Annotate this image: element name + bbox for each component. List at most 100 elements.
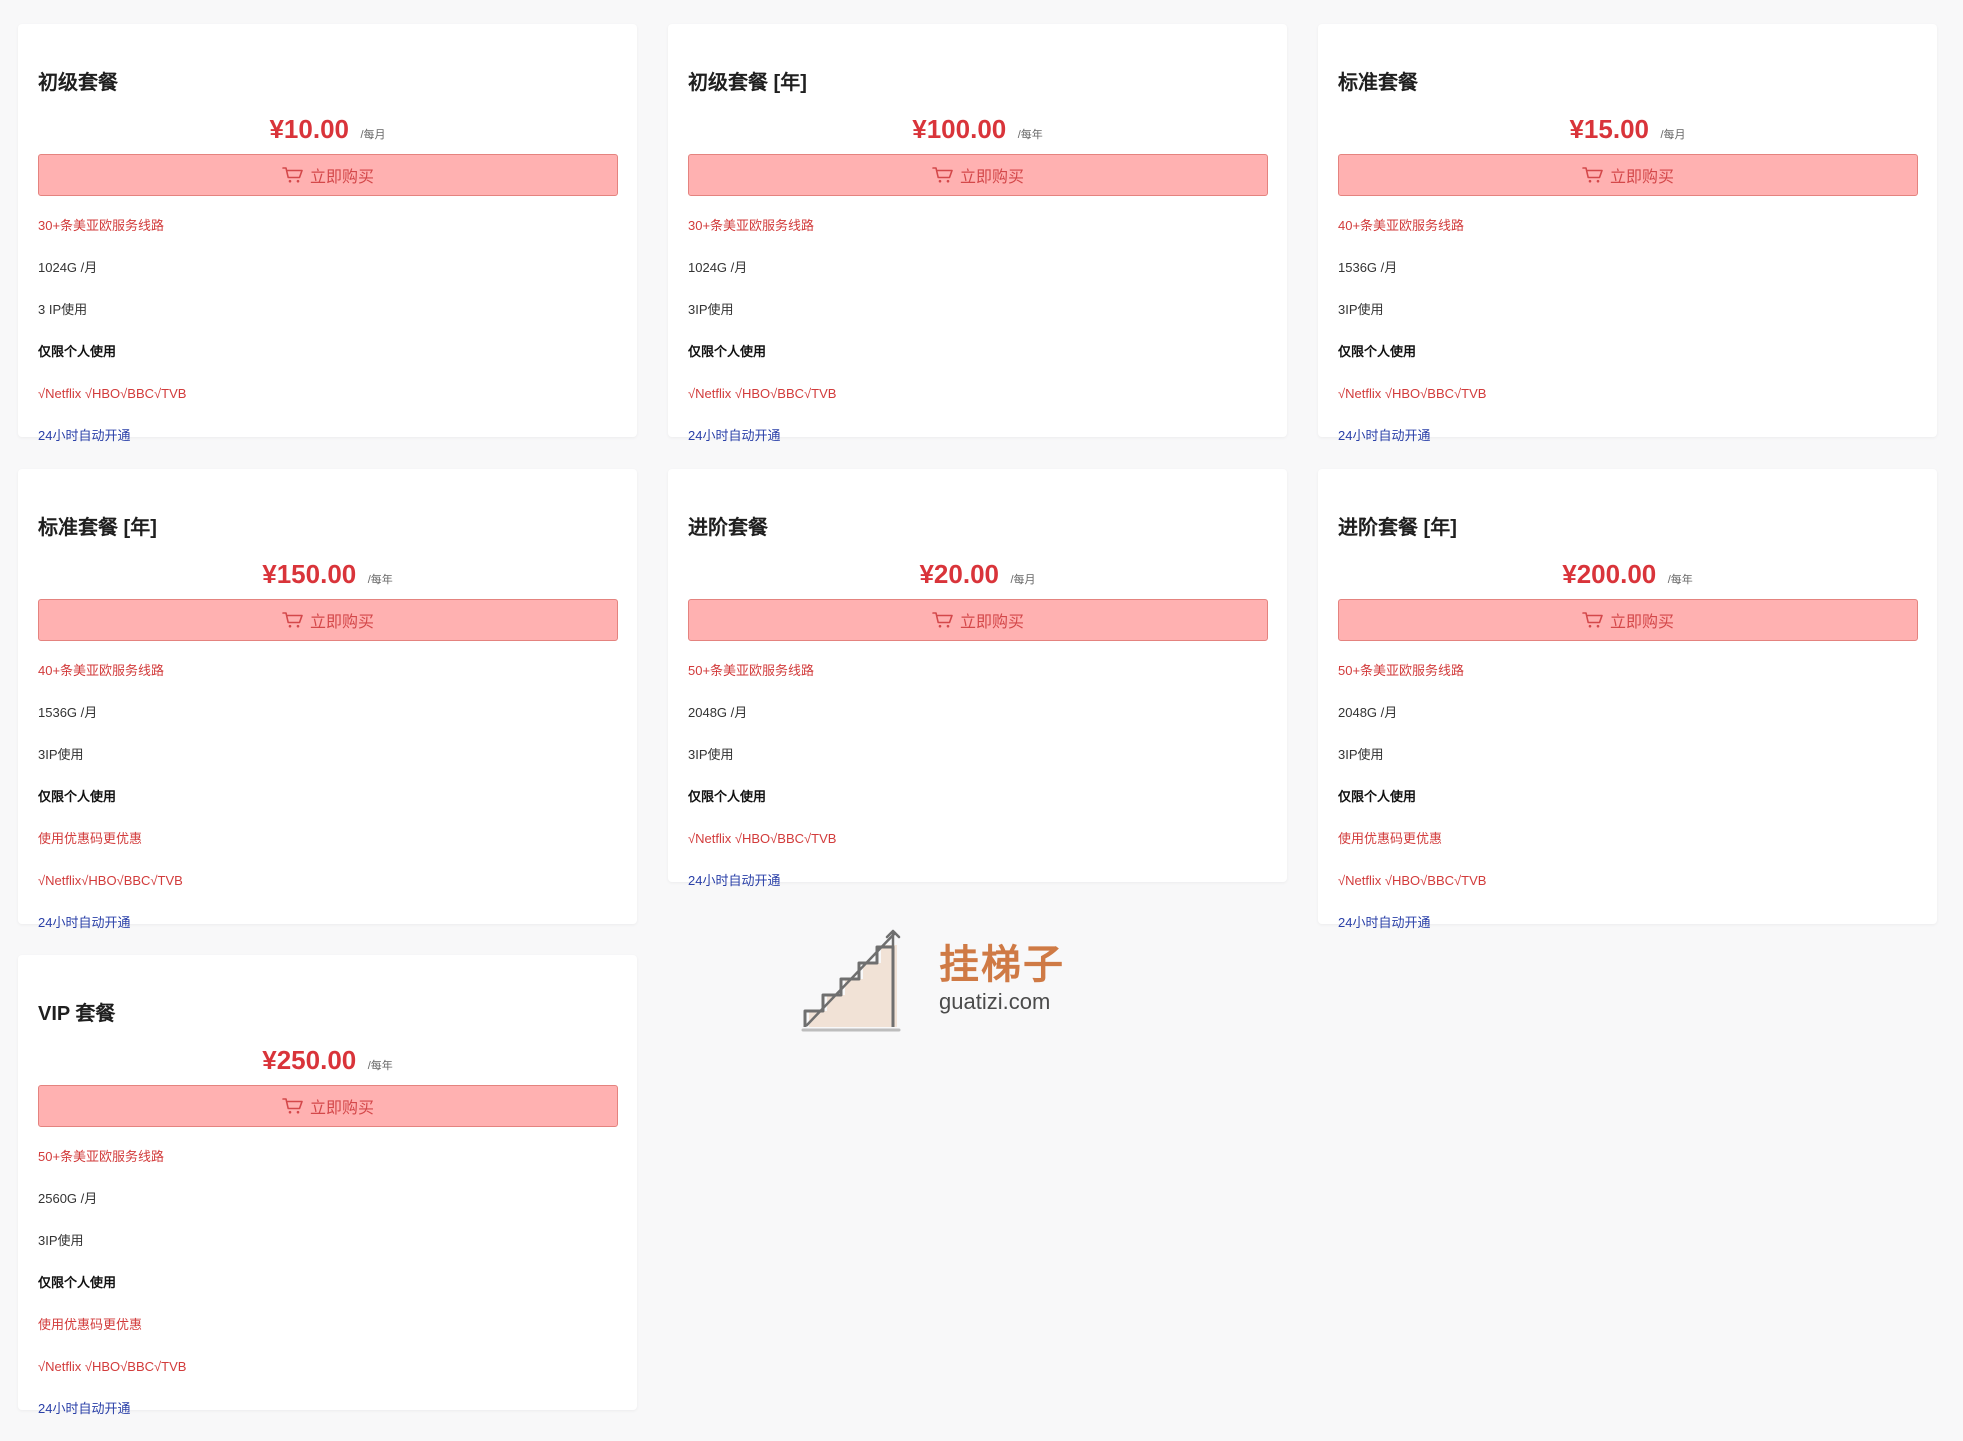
feature-item: 40+条美亚欧服务线路 <box>38 663 165 678</box>
plan-price: ¥15.00 <box>1569 114 1649 144</box>
plan-price: ¥150.00 <box>262 559 357 589</box>
plan-title: 标准套餐 <box>1338 72 1418 94</box>
feature-item: √Netflix √HBO√BBC√TVB <box>1338 386 1487 401</box>
cart-icon <box>282 1097 304 1115</box>
feature-item: √Netflix √HBO√BBC√TVB <box>688 831 837 846</box>
plan-card: 进阶套餐 ¥20.00 /每月 立即购买 50+条美亚欧服务线路 2048G /… <box>668 469 1287 888</box>
plan-card: 初级套餐 ¥10.00 /每月 立即购买 30+条美亚欧服务线路 1024G /… <box>18 24 637 443</box>
feature-item: 3IP使用 <box>1338 302 1384 317</box>
plan-title: 初级套餐 [年] <box>688 72 807 94</box>
buy-now-button[interactable]: 立即购买 <box>688 599 1268 641</box>
plan-title: 初级套餐 <box>38 72 118 94</box>
feature-item: 3 IP使用 <box>38 302 88 317</box>
buy-now-button[interactable]: 立即购买 <box>38 1085 618 1127</box>
buy-now-label: 立即购买 <box>959 614 1024 631</box>
plan-period: /每年 <box>367 1060 393 1072</box>
feature-item: 3IP使用 <box>38 747 84 762</box>
feature-item: 3IP使用 <box>688 302 734 317</box>
price-row: ¥200.00 /每年 <box>1338 557 1917 591</box>
feature-item: 50+条美亚欧服务线路 <box>38 1149 165 1164</box>
feature-item: 3IP使用 <box>38 1233 84 1248</box>
plan-period: /每年 <box>367 574 393 586</box>
feature-item: 2048G /月 <box>688 705 748 720</box>
cart-icon <box>1582 166 1604 184</box>
buy-now-label: 立即购买 <box>959 169 1024 186</box>
feature-item: 30+条美亚欧服务线路 <box>688 218 815 233</box>
feature-item: 50+条美亚欧服务线路 <box>1338 663 1465 678</box>
price-row: ¥20.00 /每月 <box>688 557 1267 591</box>
plan-title: 标准套餐 [年] <box>38 517 157 539</box>
feature-item: 50+条美亚欧服务线路 <box>688 663 815 678</box>
feature-item: 仅限个人使用 <box>38 1275 117 1290</box>
stairs-logo-icon <box>801 929 901 1032</box>
plan-card: 标准套餐 ¥15.00 /每月 立即购买 40+条美亚欧服务线路 1536G /… <box>1318 24 1937 443</box>
feature-item: √Netflix √HBO√BBC√TVB <box>688 386 837 401</box>
plan-card: 标准套餐 [年] ¥150.00 /每年 立即购买 40+条美亚欧服务线路 15… <box>18 469 637 930</box>
buy-now-label: 立即购买 <box>1609 614 1674 631</box>
buy-now-label: 立即购买 <box>309 1100 374 1117</box>
buy-now-button[interactable]: 立即购买 <box>38 599 618 641</box>
price-row: ¥15.00 /每月 <box>1338 112 1917 146</box>
feature-item: 仅限个人使用 <box>688 344 767 359</box>
buy-now-button[interactable]: 立即购买 <box>1338 599 1918 641</box>
feature-list: 50+条美亚欧服务线路 2560G /月 3IP使用 仅限个人使用 使用优惠码更… <box>38 1147 617 1441</box>
watermark-logo: 挂梯子 guatizi.com <box>801 927 1071 1037</box>
feature-list: 30+条美亚欧服务线路 1024G /月 3 IP使用 仅限个人使用 √Netf… <box>38 216 617 468</box>
plan-period: /每月 <box>1660 129 1686 141</box>
buy-now-label: 立即购买 <box>1609 169 1674 186</box>
cart-icon <box>282 611 304 629</box>
feature-item: 使用优惠码更优惠 <box>1338 831 1443 846</box>
plan-period: /每月 <box>1010 574 1036 586</box>
feature-item: 仅限个人使用 <box>38 789 117 804</box>
plan-title: VIP 套餐 <box>38 1003 116 1025</box>
feature-list: 50+条美亚欧服务线路 2048G /月 3IP使用 仅限个人使用 √Netfl… <box>688 661 1267 913</box>
price-row: ¥250.00 /每年 <box>38 1043 617 1077</box>
plan-price: ¥20.00 <box>919 559 999 589</box>
feature-item: 仅限个人使用 <box>688 789 767 804</box>
cart-icon <box>1582 611 1604 629</box>
feature-list: 40+条美亚欧服务线路 1536G /月 3IP使用 仅限个人使用 使用优惠码更… <box>38 661 617 955</box>
feature-item: 40+条美亚欧服务线路 <box>1338 218 1465 233</box>
cart-icon <box>932 166 954 184</box>
plan-card: 初级套餐 [年] ¥100.00 /每年 立即购买 30+条美亚欧服务线路 10… <box>668 24 1287 443</box>
buy-now-button[interactable]: 立即购买 <box>1338 154 1918 196</box>
feature-item: 24小时自动开通 <box>1338 428 1431 443</box>
plan-card: 进阶套餐 [年] ¥200.00 /每年 立即购买 50+条美亚欧服务线路 20… <box>1318 469 1937 930</box>
buy-now-label: 立即购买 <box>309 169 374 186</box>
price-row: ¥100.00 /每年 <box>688 112 1267 146</box>
buy-now-button[interactable]: 立即购买 <box>688 154 1268 196</box>
plan-period: /每年 <box>1667 574 1693 586</box>
feature-item: 24小时自动开通 <box>38 1401 131 1416</box>
feature-item: √Netflix√HBO√BBC√TVB <box>38 873 183 888</box>
price-row: ¥150.00 /每年 <box>38 557 617 591</box>
feature-item: 仅限个人使用 <box>1338 789 1417 804</box>
plan-price: ¥250.00 <box>262 1045 357 1075</box>
cart-icon <box>932 611 954 629</box>
feature-item: 3IP使用 <box>688 747 734 762</box>
feature-item: 2560G /月 <box>38 1191 98 1206</box>
feature-item: 24小时自动开通 <box>38 915 131 930</box>
feature-item: 使用优惠码更优惠 <box>38 831 143 846</box>
watermark-domain: guatizi.com <box>939 989 1051 1014</box>
plan-period: /每年 <box>1017 129 1043 141</box>
plan-title: 进阶套餐 [年] <box>1338 517 1457 539</box>
feature-item: 24小时自动开通 <box>1338 915 1431 930</box>
feature-item: √Netflix √HBO√BBC√TVB <box>38 386 187 401</box>
plan-price: ¥10.00 <box>269 114 349 144</box>
feature-item: 1536G /月 <box>1338 260 1398 275</box>
plan-title: 进阶套餐 <box>688 517 768 539</box>
feature-item: 24小时自动开通 <box>688 873 781 888</box>
feature-item: 1536G /月 <box>38 705 98 720</box>
feature-item: 使用优惠码更优惠 <box>38 1317 143 1332</box>
feature-item: √Netflix √HBO√BBC√TVB <box>1338 873 1487 888</box>
price-row: ¥10.00 /每月 <box>38 112 617 146</box>
feature-item: 24小时自动开通 <box>38 428 131 443</box>
feature-item: 24小时自动开通 <box>688 428 781 443</box>
feature-list: 30+条美亚欧服务线路 1024G /月 3IP使用 仅限个人使用 √Netfl… <box>688 216 1267 468</box>
feature-item: √Netflix √HBO√BBC√TVB <box>38 1359 187 1374</box>
watermark-name: 挂梯子 <box>939 943 1065 987</box>
plan-price: ¥200.00 <box>1562 559 1657 589</box>
feature-list: 50+条美亚欧服务线路 2048G /月 3IP使用 仅限个人使用 使用优惠码更… <box>1338 661 1917 955</box>
feature-item: 1024G /月 <box>688 260 748 275</box>
buy-now-button[interactable]: 立即购买 <box>38 154 618 196</box>
